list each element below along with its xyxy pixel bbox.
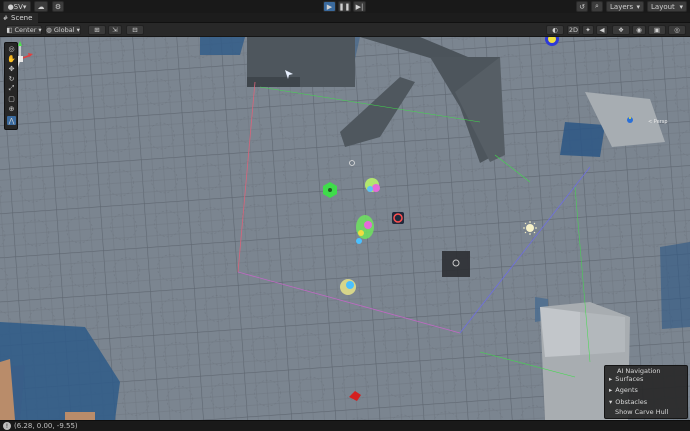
snap-increment-button[interactable]: ⇲ (108, 25, 122, 35)
ai-navigation-overlay: AI Navigation ▸ Surfaces ▸ Agents ▾ Obst… (604, 365, 688, 419)
obstacle-marker (442, 251, 470, 277)
account-label: SV (13, 2, 23, 11)
lighting-button[interactable]: ✦ (582, 25, 594, 35)
gizmos-icon: ◎ (674, 26, 680, 34)
chevron-right-icon: ▸ (609, 375, 613, 383)
search-button[interactable]: ⌕ (591, 1, 603, 12)
info-icon: ! (3, 422, 11, 430)
play-icon: ▶ (326, 2, 333, 11)
move-icon: ✥ (8, 64, 15, 73)
chevron-down-icon: ▾ (679, 2, 683, 11)
grid-snap-button[interactable]: ⊞ (88, 25, 106, 35)
pivot-dropdown[interactable]: ◧ Center ▾ (6, 25, 42, 35)
draw-mode-dropdown[interactable]: ◐ (546, 25, 564, 35)
rect-tool-button[interactable]: ▢ (7, 94, 16, 103)
layout-label: Layout (651, 2, 675, 11)
camera-icon: ▣ (653, 26, 661, 34)
pivot-label: Center (14, 26, 37, 34)
audio-button[interactable]: ◀ (596, 25, 608, 35)
camera-dropdown[interactable]: ▣ (648, 25, 666, 35)
hash-icon: # (3, 14, 9, 22)
mode-2d-label: 2D (568, 26, 579, 34)
gizmos-dropdown[interactable]: ◎ (668, 25, 686, 35)
history-icon: ↺ (579, 2, 585, 11)
persp-label[interactable]: < Persp (648, 119, 668, 125)
chevron-down-icon: ▾ (636, 2, 640, 11)
cloud-icon: ☁ (37, 2, 45, 11)
eye-icon: ◎ (8, 44, 15, 53)
tab-bar: # Scene (0, 13, 690, 23)
step-icon: ▶| (355, 2, 364, 11)
custom-tool-button[interactable]: ⋀ (7, 116, 16, 125)
hidden-objects-button[interactable]: ◉ (632, 25, 646, 35)
tool-palette: ◎ ✋ ✥ ↻ ⤢ ▢ ⊕ ⋀ (4, 42, 18, 130)
layers-dropdown[interactable]: Layers ▾ (606, 1, 644, 12)
eye-icon: ◉ (636, 26, 642, 34)
scene-viewport[interactable]: < Persp (0, 37, 690, 420)
ai-nav-item-obstacles[interactable]: ▾ Obstacles (609, 398, 647, 406)
ai-navigation-title: AI Navigation (617, 367, 661, 375)
settings-icon: ⚙ (54, 2, 62, 11)
custom-tool-icon: ⋀ (8, 116, 15, 125)
character-marker (340, 279, 356, 295)
ai-nav-item-label: Agents (615, 386, 638, 394)
main-toolbar: ● SV ▾ ☁ ⚙ ▶ ❚❚ ▶| ↺ ⌕ Layers ▾ Layout ▾ (0, 0, 690, 13)
step-button[interactable]: ▶| (353, 1, 366, 12)
hand-tool-button[interactable]: ✋ (7, 54, 16, 63)
hand-icon: ✋ (7, 54, 16, 63)
rect-icon: ▢ (8, 94, 15, 103)
chevron-down-icon: ▾ (76, 26, 80, 34)
grid-visibility-icon: ⊟ (132, 26, 138, 34)
play-button[interactable]: ▶ (323, 1, 336, 12)
status-coordinates: (6.28, 0.00, -9.55) (14, 422, 78, 430)
rotate-tool-button[interactable]: ↻ (7, 74, 16, 83)
settings-button[interactable]: ⚙ (52, 1, 64, 12)
transform-tool-button[interactable]: ⊕ (7, 104, 16, 113)
grid-icon: ⊞ (94, 26, 100, 34)
ai-nav-item-surfaces[interactable]: ▸ Surfaces (609, 375, 643, 383)
cloud-button[interactable]: ☁ (34, 1, 48, 12)
effects-dropdown[interactable]: ❖ (612, 25, 630, 35)
account-dropdown[interactable]: ● SV ▾ (3, 1, 31, 12)
pause-button[interactable]: ❚❚ (338, 1, 351, 12)
scale-icon: ⤢ (8, 84, 15, 92)
globe-icon: ◍ (46, 26, 52, 34)
ai-nav-item-agents[interactable]: ▸ Agents (609, 386, 638, 394)
status-bar: ! (6.28, 0.00, -9.55) (0, 420, 690, 431)
tab-scene-label: Scene (11, 14, 33, 22)
target-marker (392, 212, 404, 224)
chevron-down-icon: ▾ (38, 26, 42, 34)
speaker-icon: ◀ (599, 26, 605, 34)
chevron-down-icon: ▾ (609, 398, 613, 406)
search-icon: ⌕ (595, 2, 599, 10)
pivot-icon: ◧ (6, 26, 13, 34)
mode-2d-button[interactable]: 2D (567, 25, 580, 35)
chevron-right-icon: ▸ (609, 386, 613, 394)
layers-label: Layers (610, 2, 634, 11)
scene-toolbar: ◧ Center ▾ ◍ Global ▾ ⊞ ⇲ ⊟ ◐ 2D ✦ ◀ ❖ ◉… (0, 23, 690, 37)
light-probe-marker (627, 117, 633, 123)
chevron-down-icon: ▾ (22, 2, 27, 11)
transform-icon: ⊕ (8, 104, 15, 113)
show-carve-hull-label: Show Carve Hull (615, 408, 669, 416)
grid-visibility-button[interactable]: ⊟ (126, 25, 144, 35)
history-button[interactable]: ↺ (576, 1, 588, 12)
snap-icon: ⇲ (112, 26, 118, 34)
lightbulb-icon: ✦ (585, 26, 591, 34)
show-carve-hull-toggle[interactable]: Show Carve Hull (615, 408, 668, 416)
layout-dropdown[interactable]: Layout ▾ (647, 1, 687, 12)
effects-icon: ❖ (618, 26, 624, 34)
ai-nav-item-label: Surfaces (615, 375, 644, 383)
draw-mode-icon: ◐ (552, 26, 558, 34)
tab-scene[interactable]: # Scene (0, 13, 39, 23)
move-tool-button[interactable]: ✥ (7, 64, 16, 73)
view-tool-button[interactable]: ◎ (7, 44, 16, 53)
scene-render (0, 37, 690, 420)
rotate-icon: ↻ (8, 74, 15, 83)
scale-tool-button[interactable]: ⤢ (7, 84, 16, 93)
space-label: Global (53, 26, 75, 34)
ai-nav-item-label: Obstacles (615, 398, 648, 406)
space-dropdown[interactable]: ◍ Global ▾ (45, 25, 81, 35)
pause-icon: ❚❚ (338, 2, 351, 11)
